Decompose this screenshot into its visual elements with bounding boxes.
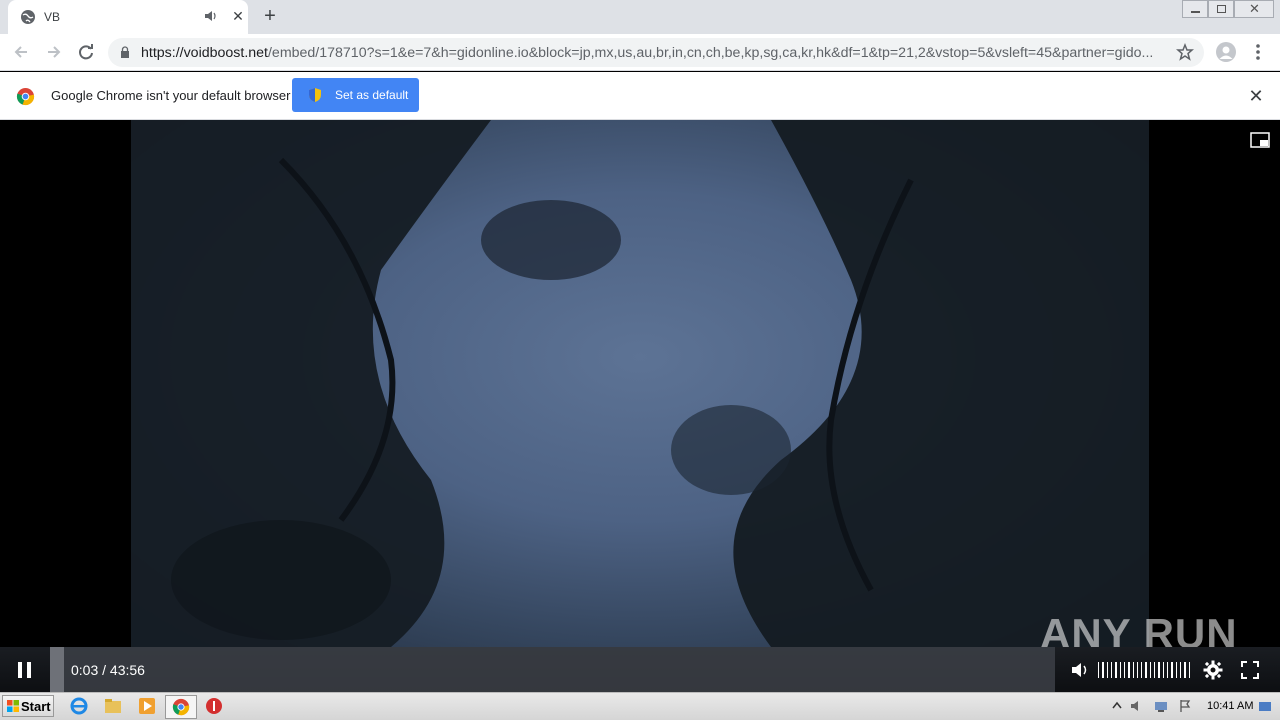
show-desktop-icon[interactable] bbox=[1258, 699, 1272, 713]
start-button[interactable]: Start bbox=[2, 695, 54, 717]
profile-avatar[interactable] bbox=[1216, 42, 1236, 62]
chrome-logo-icon bbox=[16, 87, 35, 106]
picture-in-picture-icon[interactable] bbox=[1250, 132, 1270, 148]
minimize-button[interactable] bbox=[1182, 0, 1208, 18]
volume-icon[interactable] bbox=[1070, 660, 1090, 680]
pause-icon[interactable] bbox=[16, 660, 34, 680]
volume-bar bbox=[1162, 662, 1164, 678]
tray-flag-icon[interactable] bbox=[1178, 699, 1192, 713]
set-as-default-label: Set as default bbox=[335, 88, 409, 102]
volume-bar bbox=[1145, 662, 1147, 678]
speaker-icon[interactable] bbox=[204, 9, 218, 23]
volume-bar bbox=[1110, 662, 1113, 678]
close-window-button[interactable]: ✕ bbox=[1234, 0, 1274, 18]
volume-bar bbox=[1184, 662, 1186, 678]
volume-bar bbox=[1141, 662, 1143, 678]
volume-bar bbox=[1175, 662, 1177, 678]
tab-title: VB bbox=[44, 10, 61, 24]
globe-icon bbox=[21, 10, 35, 24]
volume-bar bbox=[1167, 662, 1169, 678]
shield-icon bbox=[309, 88, 321, 102]
volume-bar bbox=[1132, 662, 1134, 678]
bookmark-star-icon[interactable] bbox=[1176, 43, 1194, 61]
address-bar[interactable]: https://voidboost.net/embed/178710?s=1&e… bbox=[108, 38, 1204, 67]
volume-bar bbox=[1158, 662, 1160, 678]
url-path: /embed/178710?s=1&e=7&h=gidonline.io&blo… bbox=[267, 45, 1154, 61]
minimize-icon bbox=[1191, 11, 1200, 13]
close-window-icon: ✕ bbox=[1249, 1, 1260, 16]
infobar-close-icon[interactable]: ✕ bbox=[1246, 86, 1266, 106]
system-clock[interactable]: 10:41 AM bbox=[1207, 700, 1253, 712]
internet-explorer-icon[interactable] bbox=[70, 697, 88, 715]
time-display: 0:03 / 43:56 bbox=[71, 662, 145, 678]
tab-close-icon[interactable]: ✕ bbox=[230, 8, 246, 24]
set-as-default-button[interactable]: Set as default bbox=[292, 78, 419, 112]
volume-bar bbox=[1106, 662, 1108, 678]
volume-bar bbox=[1154, 662, 1156, 678]
toolbar: https://voidboost.net/embed/178710?s=1&e… bbox=[0, 34, 1280, 71]
fullscreen-icon[interactable] bbox=[1240, 660, 1260, 680]
kebab-menu-icon[interactable] bbox=[1252, 42, 1264, 62]
seek-bar-fill bbox=[50, 647, 64, 692]
volume-bar bbox=[1098, 662, 1100, 678]
tray-expand-icon[interactable] bbox=[1110, 699, 1124, 713]
video-player[interactable]: ANY RUN bbox=[0, 120, 1280, 692]
volume-bar bbox=[1136, 662, 1139, 678]
tray-volume-icon[interactable] bbox=[1130, 699, 1144, 713]
url-text: https://voidboost.net/embed/178710?s=1&e… bbox=[141, 45, 1171, 61]
chrome-icon bbox=[172, 698, 190, 716]
media-player-icon[interactable] bbox=[138, 697, 156, 715]
windows-logo-icon bbox=[7, 700, 19, 712]
start-label: Start bbox=[21, 699, 51, 714]
volume-bar bbox=[1128, 662, 1130, 678]
forward-icon[interactable] bbox=[43, 41, 65, 63]
new-tab-button[interactable]: + bbox=[260, 6, 280, 26]
video-frame[interactable] bbox=[131, 120, 1149, 647]
tree-canopy-scene bbox=[131, 120, 1149, 647]
restore-icon bbox=[1217, 5, 1226, 13]
stop-sign-icon[interactable] bbox=[205, 697, 223, 715]
volume-bar bbox=[1102, 662, 1104, 678]
reload-icon[interactable] bbox=[75, 41, 97, 63]
tab-vb[interactable]: VB ✕ bbox=[8, 0, 248, 34]
lock-icon bbox=[121, 46, 129, 58]
back-icon[interactable] bbox=[10, 41, 32, 63]
volume-bar bbox=[1123, 662, 1126, 678]
person-icon bbox=[1219, 46, 1233, 59]
tray-network-icon[interactable] bbox=[1154, 699, 1168, 713]
volume-bar bbox=[1171, 662, 1173, 678]
restore-button[interactable] bbox=[1208, 0, 1234, 18]
volume-slider[interactable] bbox=[1098, 662, 1190, 678]
volume-bar bbox=[1179, 662, 1182, 678]
gear-icon[interactable] bbox=[1203, 660, 1223, 680]
taskbar-chrome-active[interactable] bbox=[165, 695, 197, 719]
volume-bar bbox=[1149, 662, 1152, 678]
url-host: https://voidboost.net bbox=[141, 45, 268, 61]
infobar-message: Google Chrome isn't your default browser bbox=[51, 88, 291, 103]
seek-bar[interactable] bbox=[50, 647, 1055, 692]
file-explorer-icon[interactable] bbox=[104, 697, 122, 715]
volume-bar bbox=[1188, 662, 1190, 678]
volume-bar bbox=[1115, 662, 1117, 678]
volume-bar bbox=[1119, 662, 1121, 678]
